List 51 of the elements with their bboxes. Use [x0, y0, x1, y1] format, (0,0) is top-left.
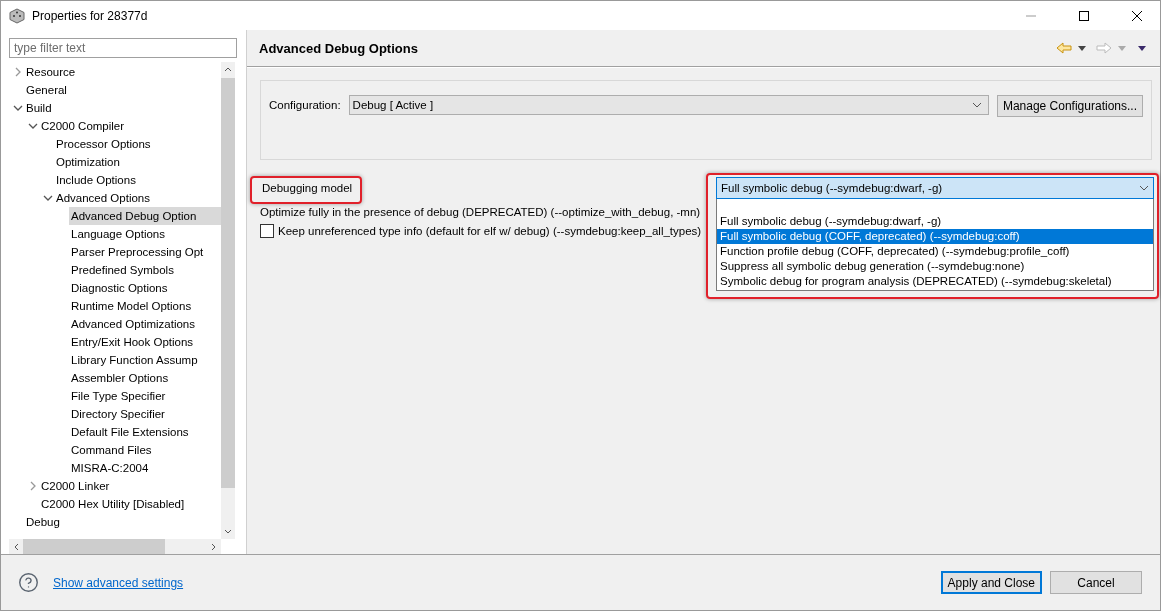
tree-item[interactable]: File Type Specifier	[69, 387, 221, 405]
caret-icon[interactable]	[1078, 45, 1086, 51]
tree-item[interactable]: C2000 Hex Utility [Disabled]	[39, 495, 221, 513]
tree-item[interactable]: Runtime Model Options	[69, 297, 221, 315]
horizontal-scrollbar[interactable]	[9, 539, 221, 554]
tree-item[interactable]: Build	[24, 99, 221, 117]
dropdown-option[interactable]: Full symbolic debug (COFF, deprecated) (--symdebug:coff)	[717, 229, 1153, 244]
tree-item[interactable]: Parser Preprocessing Opt	[69, 243, 221, 261]
page-title: Advanced Debug Options	[259, 40, 419, 56]
keep-types-label: Keep unreferenced type info (default for elf w/ debug) (--symdebug:keep_all_types)	[278, 225, 702, 237]
close-icon	[1132, 10, 1142, 21]
tree-item[interactable]: C2000 Compiler	[39, 117, 221, 135]
tree-item[interactable]: General	[24, 81, 221, 99]
tree-item[interactable]: Default File Extensions	[69, 423, 221, 441]
debugging-model-label: Debugging model	[262, 182, 353, 194]
tree-item[interactable]: Advanced Debug Option	[69, 207, 221, 225]
tree-item[interactable]: MISRA-C:2004	[69, 459, 221, 477]
configuration-dropdown[interactable]: Debug [ Active ]	[348, 95, 989, 115]
tree-item[interactable]: C2000 Linker	[39, 477, 221, 495]
filter-field[interactable]: type filter text	[9, 38, 237, 58]
manage-configurations-button[interactable]: Manage Configurations...	[996, 95, 1143, 117]
checkbox[interactable]	[260, 224, 274, 238]
tree-item[interactable]: Library Function Assump	[69, 351, 221, 369]
tree-item[interactable]: Directory Specifier	[69, 405, 221, 423]
cancel-button[interactable]: Cancel	[1050, 571, 1142, 594]
chevron-down-icon	[971, 102, 982, 108]
configuration-label: Configuration:	[269, 98, 341, 113]
tree-item[interactable]: Optimization	[54, 153, 221, 171]
tree-item[interactable]: Advanced Options	[54, 189, 221, 207]
apply-button[interactable]: Apply and Close	[940, 571, 1042, 594]
window-title: Properties for 28377d	[32, 8, 149, 23]
tree-item[interactable]: Processor Options	[54, 135, 221, 153]
tree-item[interactable]: Include Options	[54, 171, 221, 189]
tree-item[interactable]: Resource	[24, 63, 221, 81]
tree-item[interactable]: Diagnostic Options	[69, 279, 221, 297]
maximize-icon	[1079, 10, 1089, 21]
app-icon	[9, 7, 25, 24]
tree-item[interactable]: Debug	[24, 513, 221, 531]
show-advanced-settings-link[interactable]: Show advanced settings	[53, 575, 927, 590]
caret-icon[interactable]	[1138, 45, 1146, 51]
optimize-label: Optimize fully in the presence of debug (DEPRECATED) (--optimize_with_debug, -mn)	[260, 205, 702, 220]
debugging-model-dropdown[interactable]: Full symbolic debug (--symdebug:dwarf, -g)	[716, 177, 1154, 199]
vertical-scrollbar[interactable]	[221, 62, 235, 539]
help-icon[interactable]	[18, 572, 39, 593]
tree-item[interactable]: Entry/Exit Hook Options	[69, 333, 221, 351]
tree-item[interactable]: Language Options	[69, 225, 221, 243]
tree-item[interactable]: Predefined Symbols	[69, 261, 221, 279]
tree-item[interactable]: Assembler Options	[69, 369, 221, 387]
chevron-down-icon	[1139, 185, 1149, 191]
tree-item[interactable]: Advanced Optimizations	[69, 315, 221, 333]
tree-item[interactable]: Command Files	[69, 441, 221, 459]
